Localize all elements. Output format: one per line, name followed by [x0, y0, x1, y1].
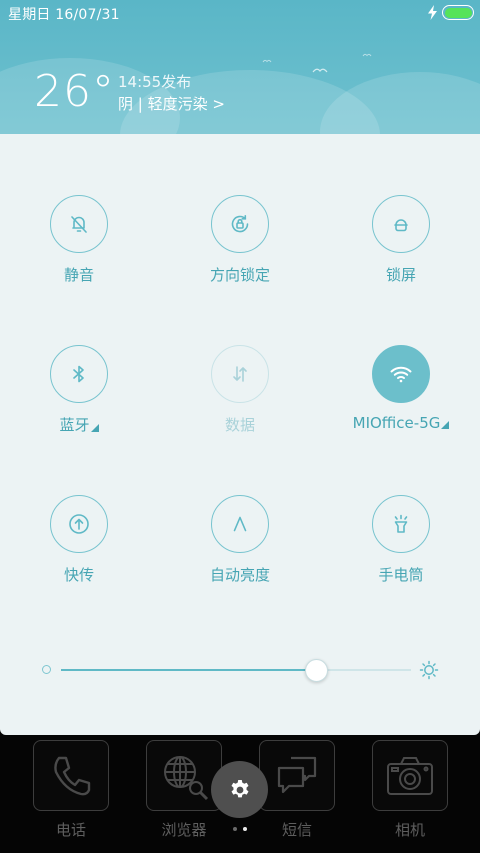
bird-decoration — [262, 59, 272, 63]
dock-app-messages[interactable]: 短信 — [259, 740, 335, 840]
toggle-label: 静音 — [63, 266, 94, 284]
cloud-decoration — [320, 72, 480, 134]
dock-icon-frame[interactable] — [33, 740, 109, 811]
brightness-track[interactable] — [61, 669, 411, 671]
toggle-circle[interactable] — [50, 345, 108, 403]
toggle-label: MIOffice-5G — [353, 414, 450, 432]
page-indicator — [233, 827, 247, 831]
brightness-slider[interactable] — [40, 654, 440, 686]
dock-label: 电话 — [55, 821, 86, 839]
bell-off-icon — [71, 216, 87, 233]
toggle-label: 快传 — [63, 566, 94, 584]
dock-label: 相机 — [394, 821, 425, 839]
toggle-label: 方向锁定 — [209, 266, 270, 284]
toggle-auto-brightness[interactable]: 自动亮度 — [170, 495, 310, 595]
toggle-circle[interactable] — [211, 345, 269, 403]
mobile-data-icon — [233, 366, 247, 382]
gear-icon — [231, 779, 248, 797]
toggle-lock-screen[interactable]: 锁屏 — [331, 195, 471, 295]
dock-app-camera[interactable]: 相机 — [372, 740, 448, 840]
weather-condition[interactable]: 阴 | 轻度污染 > — [118, 93, 225, 114]
toggle-circle[interactable] — [50, 495, 108, 553]
bird-decoration — [362, 53, 372, 57]
camera-icon — [387, 756, 433, 795]
dock-icon-frame[interactable] — [372, 740, 448, 811]
brightness-fill — [61, 669, 317, 671]
menu-triangle-icon — [441, 421, 450, 429]
page-dot — [233, 827, 237, 831]
brightness-thumb[interactable] — [305, 659, 328, 682]
message-icon — [277, 756, 317, 793]
toggle-circle[interactable] — [50, 195, 108, 253]
toggle-bluetooth[interactable]: 蓝牙 — [9, 345, 149, 445]
toggle-flashlight[interactable]: 手电筒 — [331, 495, 471, 595]
dock-label: 浏览器 — [161, 821, 207, 839]
flashlight-icon — [394, 514, 408, 533]
phone-icon — [54, 756, 91, 795]
toggle-label: 蓝牙 — [59, 414, 99, 435]
bluetooth-icon — [73, 365, 84, 383]
dock-icon-frame[interactable] — [146, 740, 222, 811]
lock-icon — [394, 219, 408, 232]
lightning-icon — [428, 5, 437, 20]
quick-settings-panel: 静音 方向锁定 锁屏 蓝牙 数据 MIOffice-5G 快传 自动亮度 手电筒 — [0, 134, 480, 735]
globe-icon — [164, 755, 209, 800]
toggle-circle[interactable] — [372, 195, 430, 253]
auto-brightness-icon — [233, 516, 247, 532]
toggle-label: 数据 — [224, 416, 255, 434]
toggle-circle[interactable] — [211, 195, 269, 253]
toggle-circle[interactable] — [211, 495, 269, 553]
toggle-circle[interactable] — [372, 345, 430, 403]
menu-triangle-icon — [90, 424, 99, 432]
dock-label: 短信 — [281, 821, 312, 839]
toggle-label: 手电筒 — [378, 566, 424, 584]
transfer-icon — [69, 514, 89, 534]
page-dot — [243, 827, 247, 831]
rotation-lock-icon — [231, 215, 249, 233]
bird-decoration — [312, 68, 328, 73]
toggle-silent[interactable]: 静音 — [9, 195, 149, 295]
sun-icon — [419, 660, 439, 680]
toggle-rotation-lock[interactable]: 方向锁定 — [170, 195, 310, 295]
status-bar: 星期日 16/07/31 — [0, 0, 480, 28]
wifi-icon — [390, 366, 412, 383]
toggle-wifi[interactable]: MIOffice-5G — [331, 345, 471, 445]
settings-button[interactable] — [211, 761, 268, 818]
toggle-mobile-data[interactable]: 数据 — [170, 345, 310, 445]
temperature: 26° — [34, 66, 115, 117]
status-indicators — [428, 5, 474, 20]
toggle-circle[interactable] — [372, 495, 430, 553]
status-datetime: 星期日 16/07/31 — [8, 7, 120, 23]
dock-icon-frame[interactable] — [259, 740, 335, 811]
toggle-label: 自动亮度 — [209, 566, 270, 584]
toggle-label: 锁屏 — [385, 266, 416, 284]
toggle-quick-transfer[interactable]: 快传 — [9, 495, 149, 595]
dock-app-phone[interactable]: 电话 — [33, 740, 109, 840]
weather-header[interactable]: 星期日 16/07/31 26° 14:55发布 阴 | 轻度污染 > — [0, 0, 480, 134]
battery-icon — [442, 5, 474, 20]
weather-publish-time: 14:55发布 — [118, 73, 192, 91]
brightness-low-icon — [42, 665, 51, 674]
